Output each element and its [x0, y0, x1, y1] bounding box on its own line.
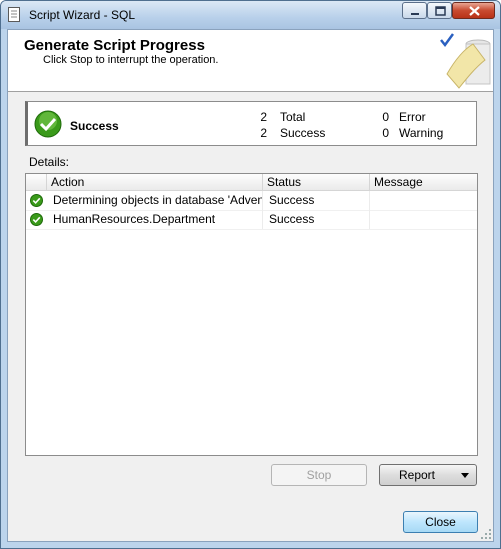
close-window-button[interactable] — [452, 2, 495, 19]
error-label: Error — [399, 110, 426, 124]
warning-count: 0 — [382, 126, 389, 140]
success-check-icon — [34, 110, 62, 138]
column-header-action[interactable]: Action — [47, 174, 263, 190]
details-grid[interactable]: Action Status Message Determining object… — [25, 173, 478, 456]
report-button[interactable]: Report — [379, 464, 477, 486]
success-count: 2 — [260, 126, 267, 140]
page-subtitle: Click Stop to interrupt the operation. — [43, 54, 219, 66]
row-status: Success — [263, 191, 370, 210]
document-icon — [8, 7, 20, 22]
table-row[interactable]: HumanResources.Department Success — [26, 210, 477, 230]
title-bar[interactable]: Script Wizard - SQL — [1, 1, 500, 29]
error-count: 0 — [382, 110, 389, 124]
dropdown-arrow-icon — [461, 473, 469, 478]
total-label: Total — [280, 110, 306, 124]
summary-panel: Success 2 Total 2 Success 0 Error 0 Warn… — [25, 101, 477, 146]
grid-header: Action Status Message — [26, 174, 477, 191]
script-wizard-window: Script Wizard - SQL Generate Script Prog… — [0, 0, 501, 549]
wizard-scroll-icon — [440, 33, 491, 89]
report-button-label: Report — [398, 468, 436, 482]
success-check-icon — [30, 194, 43, 207]
total-count: 2 — [260, 110, 267, 124]
page-title: Generate Script Progress — [24, 37, 205, 54]
close-icon — [469, 6, 480, 16]
row-status: Success — [263, 210, 370, 229]
row-action: HumanResources.Department — [47, 210, 263, 229]
column-header-message[interactable]: Message — [370, 174, 477, 190]
resize-grip-icon[interactable] — [480, 528, 492, 540]
summary-status: Success — [70, 119, 119, 133]
row-action: Determining objects in database 'Advent.… — [47, 191, 263, 210]
stop-button[interactable]: Stop — [271, 464, 367, 486]
wizard-client-area: Generate Script Progress Click Stop to i… — [7, 29, 494, 542]
details-label: Details: — [29, 155, 70, 169]
column-header-icon[interactable] — [26, 174, 47, 190]
close-button[interactable]: Close — [403, 511, 478, 533]
window-title: Script Wizard - SQL — [29, 8, 136, 22]
minimize-button[interactable] — [402, 2, 427, 19]
wizard-header: Generate Script Progress Click Stop to i… — [8, 30, 493, 92]
maximize-button[interactable] — [427, 2, 452, 19]
table-row[interactable]: Determining objects in database 'Advent.… — [26, 191, 477, 211]
warning-label: Warning — [399, 126, 444, 140]
column-header-status[interactable]: Status — [263, 174, 370, 190]
row-message — [370, 191, 477, 210]
minimize-icon — [411, 13, 419, 15]
row-message — [370, 210, 477, 229]
success-label: Success — [280, 126, 326, 140]
success-check-icon — [30, 213, 43, 226]
maximize-icon — [435, 6, 446, 16]
